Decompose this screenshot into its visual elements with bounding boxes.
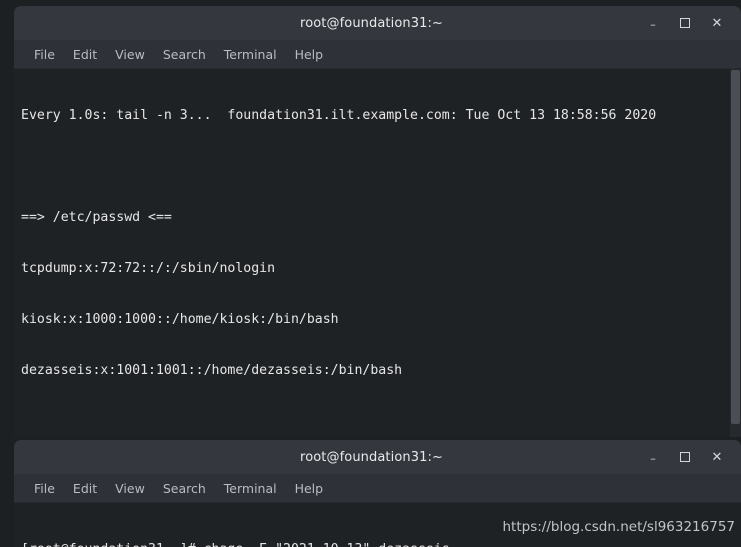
minimize-icon[interactable]: –: [645, 14, 661, 32]
terminal-line: ==> /etc/passwd <==: [21, 210, 172, 225]
terminal-window-bottom[interactable]: root@foundation31:~ – ✕ File Edit View S…: [14, 440, 741, 547]
menu-item-edit[interactable]: Edit: [64, 45, 106, 64]
close-icon[interactable]: ✕: [709, 15, 725, 31]
terminal-line: [root@foundation31 ~]# chage -E "2021-10…: [21, 541, 741, 547]
terminal-window-top[interactable]: root@foundation31:~ – ✕ File Edit View S…: [14, 6, 741, 437]
menu-item-help[interactable]: Help: [286, 479, 333, 498]
minimize-icon[interactable]: –: [645, 448, 661, 466]
scrollbar-vertical[interactable]: [730, 69, 741, 437]
window-title-bottom: root@foundation31:~: [300, 449, 443, 465]
menu-item-file[interactable]: File: [25, 479, 64, 498]
terminal-line: Every 1.0s: tail -n 3... foundation31.il…: [21, 108, 657, 123]
menu-item-search[interactable]: Search: [154, 479, 215, 498]
menu-item-terminal[interactable]: Terminal: [215, 45, 286, 64]
maximize-icon[interactable]: [677, 449, 693, 465]
menu-item-terminal[interactable]: Terminal: [215, 479, 286, 498]
terminal-output-bottom[interactable]: [root@foundation31 ~]# chage -E "2021-10…: [14, 503, 741, 547]
menubar-top: File Edit View Search Terminal Help: [14, 40, 741, 69]
close-icon[interactable]: ✕: [709, 449, 725, 465]
terminal-line: tcpdump:x:72:72::/:/sbin/nologin: [21, 261, 276, 276]
titlebar-bottom[interactable]: root@foundation31:~ – ✕: [14, 440, 741, 474]
menu-item-edit[interactable]: Edit: [64, 479, 106, 498]
scrollbar-thumb[interactable]: [731, 70, 740, 425]
desktop: root@foundation31:~ – ✕ File Edit View S…: [0, 0, 741, 547]
maximize-icon[interactable]: [677, 15, 693, 31]
window-title-top: root@foundation31:~: [300, 15, 443, 31]
terminal-line: kiosk:x:1000:1000::/home/kiosk:/bin/bash: [21, 312, 339, 327]
terminal-line: dezasseis:x:1001:1001::/home/dezasseis:/…: [21, 363, 403, 378]
menu-item-help[interactable]: Help: [286, 45, 333, 64]
titlebar-top[interactable]: root@foundation31:~ – ✕: [14, 6, 741, 40]
menubar-bottom: File Edit View Search Terminal Help: [14, 474, 741, 503]
menu-item-view[interactable]: View: [106, 45, 154, 64]
menu-item-view[interactable]: View: [106, 479, 154, 498]
window-controls-bottom: – ✕: [645, 440, 733, 474]
terminal-output-top[interactable]: Every 1.0s: tail -n 3... foundation31.il…: [14, 69, 741, 437]
window-controls-top: – ✕: [645, 6, 733, 40]
terminal-text-bottom: [root@foundation31 ~]# chage -E "2021-10…: [14, 503, 741, 547]
menu-item-file[interactable]: File: [25, 45, 64, 64]
menu-item-search[interactable]: Search: [154, 45, 215, 64]
terminal-text-top: Every 1.0s: tail -n 3... foundation31.il…: [14, 69, 741, 437]
